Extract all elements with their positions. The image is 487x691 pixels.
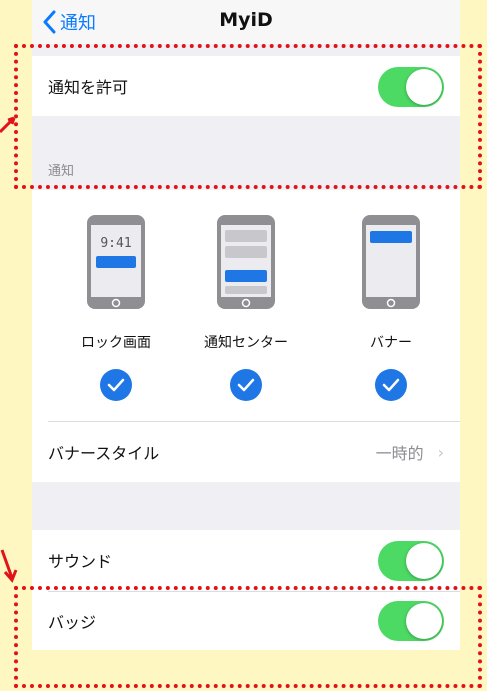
checkmark-icon — [100, 369, 132, 401]
navigation-bar: 通知 MyiD — [32, 0, 460, 44]
highlight-box-allow-notifications — [14, 44, 482, 189]
chevron-right-icon: › — [437, 442, 444, 462]
checkmark-icon — [375, 369, 407, 401]
banner-style-row[interactable]: バナースタイル 一時的 › — [32, 422, 460, 482]
annotation-arrow-tip-icon — [0, 116, 16, 134]
notification-center-phone-icon — [217, 215, 275, 309]
alert-style-label: バナー — [370, 335, 412, 351]
annotation-arrow-icon — [0, 549, 18, 583]
lock-screen-time: 9:41 — [100, 236, 132, 251]
lock-screen-phone-icon — [87, 215, 145, 309]
highlight-box-badges — [14, 586, 482, 688]
page-title: MyiD — [219, 9, 273, 31]
group-separator — [32, 482, 460, 530]
alert-style-label: 通知センター — [204, 335, 288, 351]
sounds-label: サウンド — [48, 552, 113, 571]
sounds-toggle[interactable] — [378, 541, 444, 581]
banner-phone-icon — [362, 215, 420, 309]
checkmark-icon — [230, 369, 262, 401]
banner-style-value-group: 一時的 › — [376, 440, 444, 464]
banner-style-label: バナースタイル — [48, 444, 160, 463]
toggle-knob — [406, 543, 442, 579]
alert-style-label: ロック画面 — [81, 335, 151, 351]
banner-style-value: 一時的 — [375, 444, 424, 463]
sounds-row: サウンド — [32, 530, 460, 590]
